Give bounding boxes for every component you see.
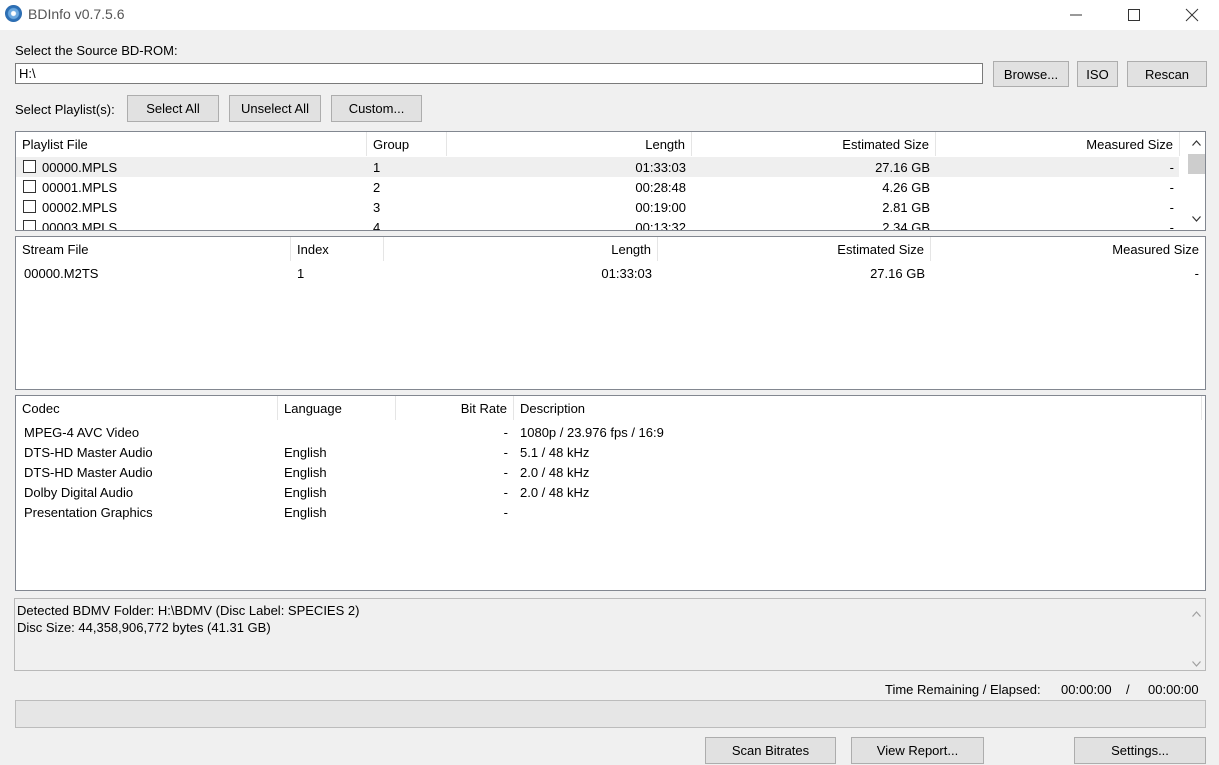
col-header-codec[interactable]: Codec <box>16 396 278 420</box>
codec-language: English <box>284 445 327 460</box>
maximize-icon <box>1128 9 1140 21</box>
playlist-group: 1 <box>373 160 381 175</box>
settings-button[interactable]: Settings... <box>1074 737 1206 764</box>
playlist-length: 00:19:00 <box>635 200 686 215</box>
scroll-up-icon[interactable] <box>1192 605 1201 620</box>
playlist-length: 00:13:32 <box>635 220 686 231</box>
playlist-estimated-size: 2.81 GB <box>882 200 930 215</box>
col-header-length[interactable]: Length <box>384 237 658 261</box>
col-header-group[interactable]: Group <box>367 132 447 156</box>
playlist-group: 3 <box>373 200 381 215</box>
playlist-checkbox[interactable] <box>23 200 36 213</box>
codec-bit-rate: - <box>503 445 508 460</box>
col-header-stream-file[interactable]: Stream File <box>16 237 291 261</box>
codec-description: 2.0 / 48 kHz <box>520 465 590 480</box>
col-header-length[interactable]: Length <box>447 132 692 156</box>
time-label: Time Remaining / Elapsed: <box>885 682 1041 697</box>
disc-info-textbox[interactable]: Detected BDMV Folder: H:\BDMV (Disc Labe… <box>14 598 1206 671</box>
playlist-measured-size: - <box>1169 220 1174 231</box>
codec-bit-rate: - <box>503 485 508 500</box>
codec-language: English <box>284 465 327 480</box>
playlist-estimated-size: 4.26 GB <box>882 180 930 195</box>
playlist-file: 00002.MPLS <box>42 200 118 215</box>
col-header-playlist-file[interactable]: Playlist File <box>16 132 367 156</box>
playlist-length: 01:33:03 <box>635 160 686 175</box>
playlist-list[interactable]: Playlist File Group Length Estimated Siz… <box>15 131 1206 231</box>
playlist-scrollbar[interactable] <box>1188 132 1205 230</box>
scan-bitrates-button[interactable]: Scan Bitrates <box>705 737 836 764</box>
playlist-estimated-size: 2.34 GB <box>882 220 930 231</box>
col-header-index[interactable]: Index <box>291 237 384 261</box>
info-line-bdmv-folder: Detected BDMV Folder: H:\BDMV (Disc Labe… <box>17 603 360 618</box>
playlist-group: 2 <box>373 180 381 195</box>
time-separator: / <box>1126 682 1130 697</box>
playlist-measured-size: - <box>1169 160 1174 175</box>
codec-language: English <box>284 505 327 520</box>
codec-description: 1080p / 23.976 fps / 16:9 <box>520 425 664 440</box>
codec-description: 2.0 / 48 kHz <box>520 485 590 500</box>
close-button[interactable] <box>1163 0 1219 30</box>
codec-name: DTS-HD Master Audio <box>24 445 153 460</box>
playlist-file: 00003.MPLS <box>42 220 118 231</box>
col-header-description[interactable]: Description <box>514 396 1202 420</box>
playlist-measured-size: - <box>1169 180 1174 195</box>
playlist-checkbox[interactable] <box>23 160 36 173</box>
codec-name: DTS-HD Master Audio <box>24 465 153 480</box>
codec-name: Dolby Digital Audio <box>24 485 134 500</box>
playlist-estimated-size: 27.16 GB <box>875 160 930 175</box>
col-header-bit-rate[interactable]: Bit Rate <box>396 396 514 420</box>
codec-name: Presentation Graphics <box>24 505 153 520</box>
iso-button[interactable]: ISO <box>1077 61 1118 87</box>
codec-bit-rate: - <box>503 425 508 440</box>
codec-description: 5.1 / 48 kHz <box>520 445 590 460</box>
minimize-button[interactable] <box>1047 0 1105 30</box>
playlist-file: 00000.MPLS <box>42 160 118 175</box>
playlist-group: 4 <box>373 220 381 231</box>
col-header-estimated-size[interactable]: Estimated Size <box>692 132 936 156</box>
disc-app-icon <box>5 5 22 22</box>
codec-name: MPEG-4 AVC Video <box>24 425 140 440</box>
codec-language: English <box>284 485 327 500</box>
scroll-up-icon[interactable] <box>1188 134 1205 151</box>
custom-button[interactable]: Custom... <box>331 95 422 122</box>
select-all-button[interactable]: Select All <box>127 95 219 122</box>
codec-bit-rate: - <box>503 465 508 480</box>
playlist-file: 00001.MPLS <box>42 180 118 195</box>
browse-button[interactable]: Browse... <box>993 61 1069 87</box>
scroll-thumb[interactable] <box>1188 154 1205 174</box>
col-header-measured-size[interactable]: Measured Size <box>936 132 1180 156</box>
playlist-checkbox[interactable] <box>23 220 36 230</box>
select-playlists-label: Select Playlist(s): <box>15 102 115 117</box>
minimize-icon <box>1070 14 1082 16</box>
playlist-checkbox[interactable] <box>23 180 36 193</box>
view-report-button[interactable]: View Report... <box>851 737 984 764</box>
time-elapsed: 00:00:00 <box>1148 682 1199 697</box>
title-bar <box>0 0 1219 30</box>
stream-list[interactable]: Stream File Index Length Estimated Size … <box>15 236 1206 390</box>
stream-index: 1 <box>297 266 305 281</box>
info-line-disc-size: Disc Size: 44,358,906,772 bytes (41.31 G… <box>17 620 271 635</box>
maximize-button[interactable] <box>1105 0 1163 30</box>
playlist-measured-size: - <box>1169 200 1174 215</box>
scroll-down-icon[interactable] <box>1192 655 1201 670</box>
codec-bit-rate: - <box>503 505 508 520</box>
scan-progress-bar <box>15 700 1206 728</box>
stream-file: 00000.M2TS <box>24 266 99 281</box>
window-title: BDInfo v0.7.5.6 <box>28 6 125 22</box>
playlist-length: 00:28:48 <box>635 180 686 195</box>
source-label: Select the Source BD-ROM: <box>15 43 178 58</box>
source-path-input[interactable]: H:\ <box>15 63 983 84</box>
col-header-measured-size[interactable]: Measured Size <box>931 237 1205 261</box>
col-header-estimated-size[interactable]: Estimated Size <box>658 237 931 261</box>
scroll-down-icon[interactable] <box>1188 210 1205 227</box>
rescan-button[interactable]: Rescan <box>1127 61 1207 87</box>
time-remaining: 00:00:00 <box>1061 682 1112 697</box>
codec-list[interactable]: Codec Language Bit Rate Description MPEG… <box>15 395 1206 591</box>
col-header-language[interactable]: Language <box>278 396 396 420</box>
unselect-all-button[interactable]: Unselect All <box>229 95 321 122</box>
stream-estimated-size: 27.16 GB <box>870 266 925 281</box>
stream-measured-size: - <box>1194 266 1199 281</box>
close-icon <box>1185 8 1199 22</box>
stream-length: 01:33:03 <box>601 266 652 281</box>
